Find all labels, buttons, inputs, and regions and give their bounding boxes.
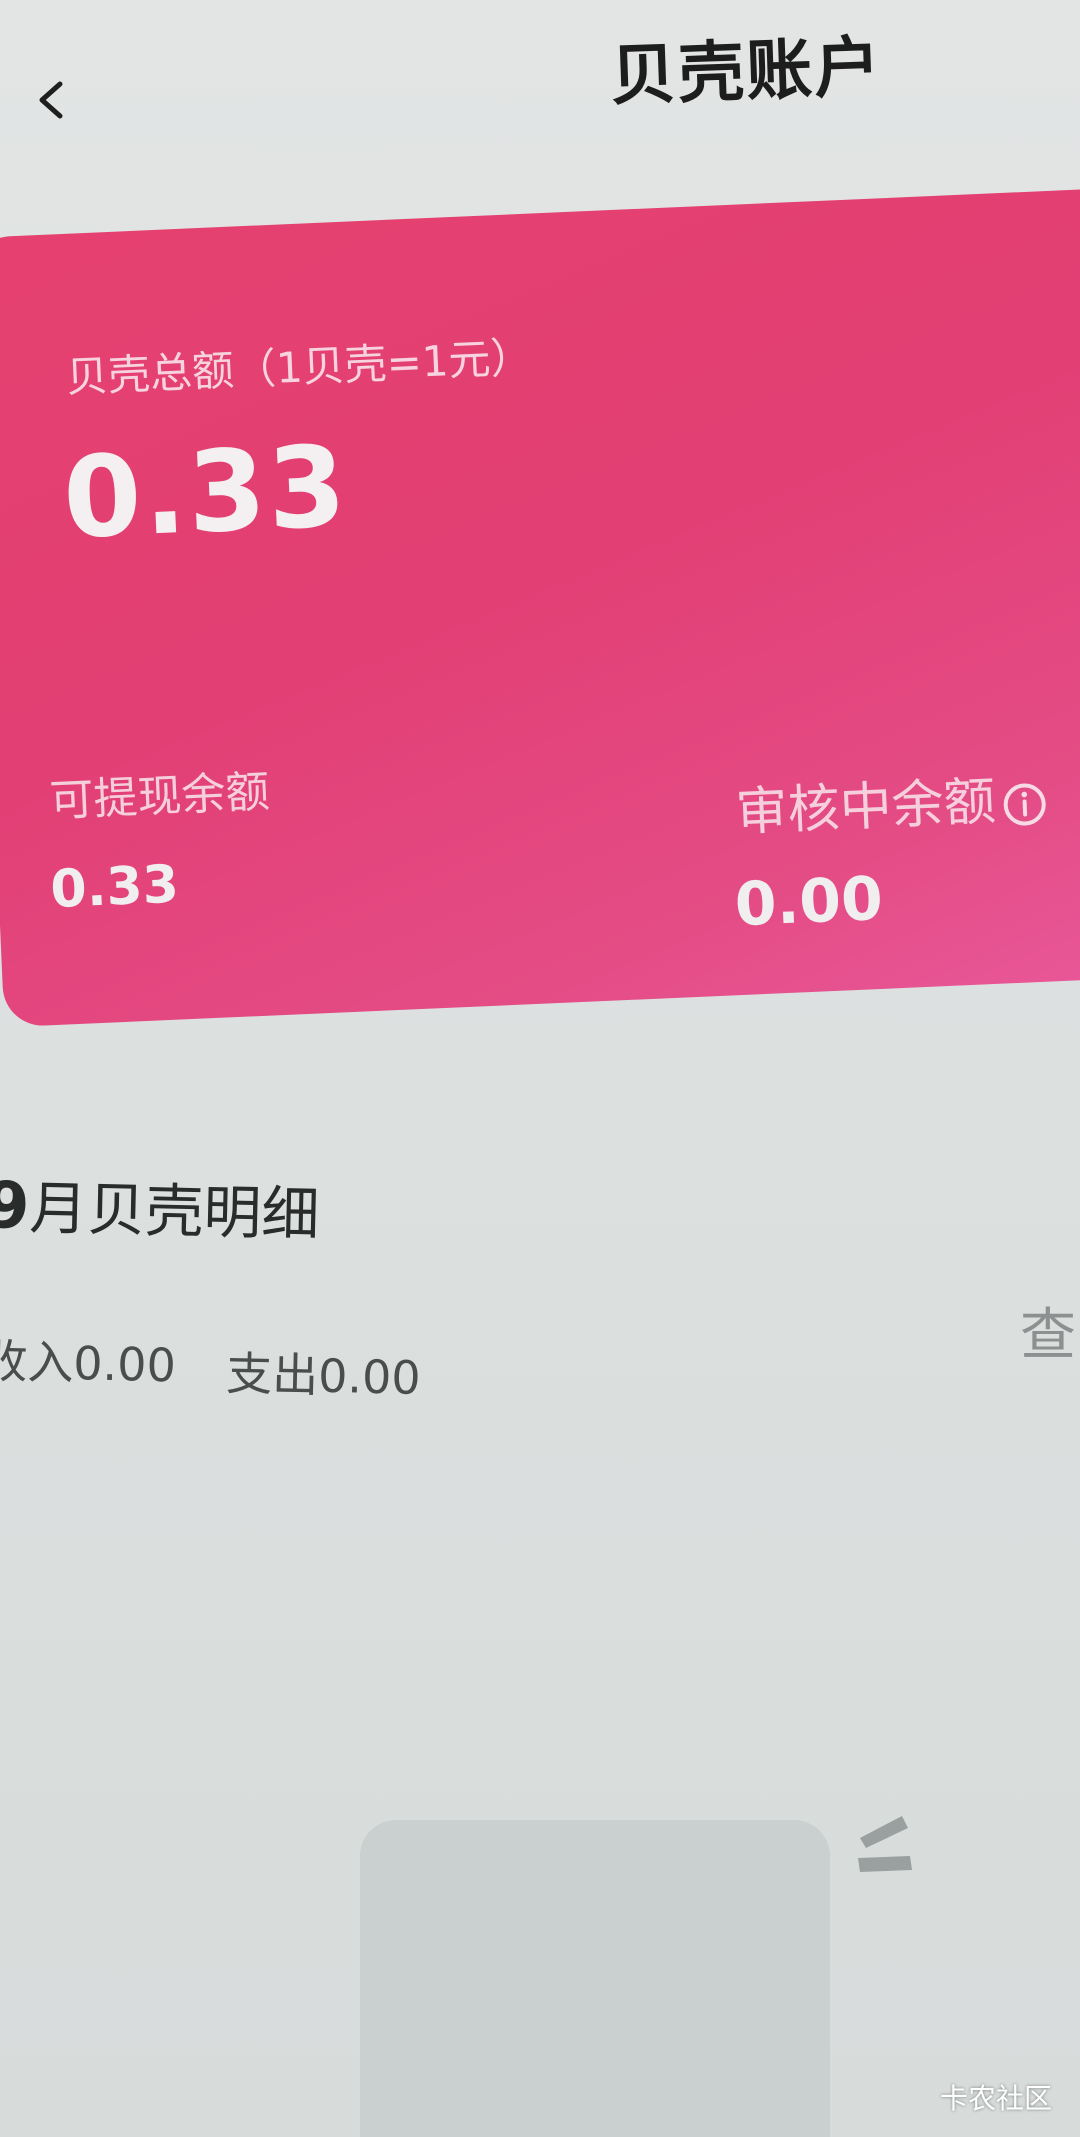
total-balance-label: 贝壳总额（1贝壳=1元）	[65, 332, 534, 402]
monthly-detail-section: 9月贝壳明细 收入0.00 支出0.00	[0, 1160, 1080, 1405]
monthly-expense: 支出0.00	[225, 1346, 422, 1405]
chevron-left-icon	[39, 81, 63, 119]
monthly-detail-title[interactable]: 9月贝壳明细	[0, 1160, 320, 1252]
reviewing-balance-label-text: 审核中余额	[734, 771, 997, 844]
withdrawable-balance-value: 0.33	[49, 854, 181, 921]
sparkle-icon	[850, 1810, 930, 1910]
reviewing-balance-value: 0.00	[733, 863, 885, 941]
monthly-income: 收入0.00	[0, 1333, 177, 1393]
reviewing-balance-label: 审核中余额	[734, 757, 1049, 846]
watermark: 卡农社区	[939, 2082, 1052, 2115]
withdrawable-balance-label: 可提现余额	[48, 766, 271, 828]
back-button[interactable]	[30, 78, 74, 122]
total-balance-value: 0.33	[60, 421, 351, 565]
shell-account-screen: 贝壳账户 贝壳总额（1贝壳=1元） 0.33 可提现余额 0.33 审核中余额 …	[0, 0, 1080, 2137]
empty-state-illustration	[360, 1820, 830, 2137]
page-title: 贝壳账户	[608, 28, 884, 115]
info-circle-icon[interactable]	[1001, 780, 1049, 828]
month-number: 9	[0, 1168, 31, 1244]
view-link[interactable]: 查	[1020, 1290, 1080, 1371]
balance-card: 贝壳总额（1贝壳=1元） 0.33 可提现余额 0.33 审核中余额 0.00	[0, 187, 1080, 1028]
month-title-text: 月贝壳明细	[28, 1174, 321, 1249]
